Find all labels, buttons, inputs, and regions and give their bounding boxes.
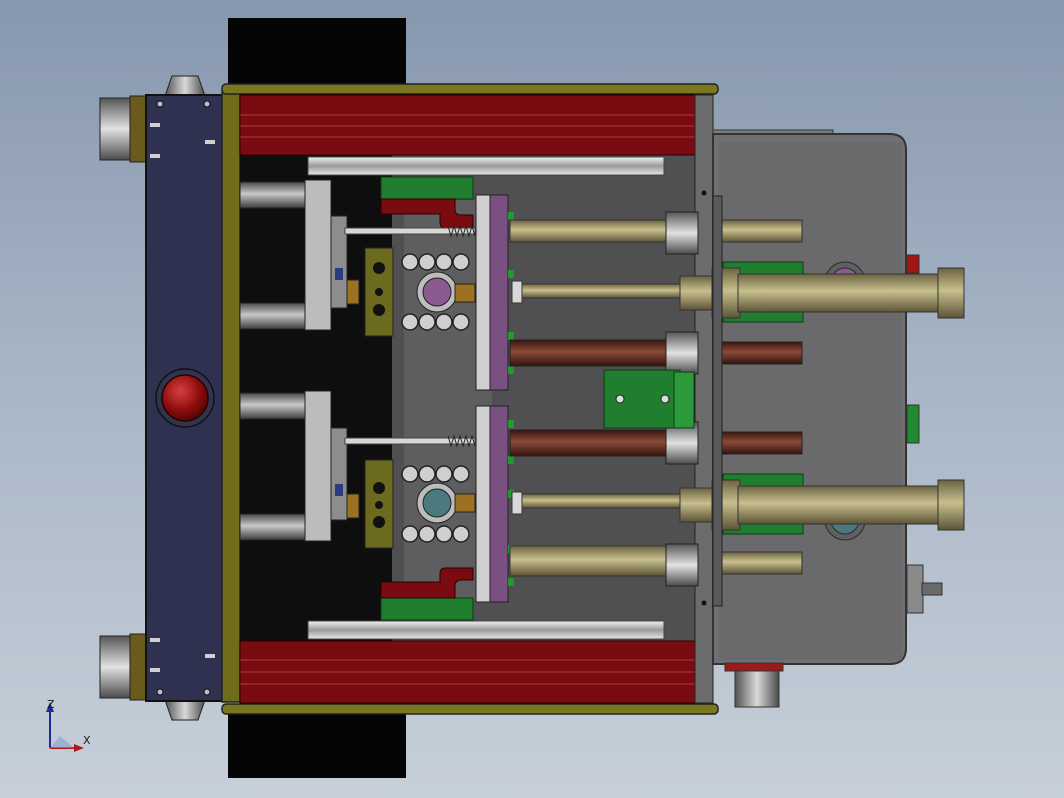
axis-x-label: X (83, 734, 91, 747)
axis-z-label: Z (47, 698, 55, 711)
red-button (155, 368, 215, 428)
top-motor-block (228, 18, 406, 88)
coordinate-axis-icon: Z X (40, 698, 100, 758)
cad-viewport[interactable]: Z X (0, 0, 1064, 798)
top-red-panel (239, 94, 696, 156)
cad-model-render (99, 18, 965, 778)
bottom-motor-block (228, 708, 406, 778)
